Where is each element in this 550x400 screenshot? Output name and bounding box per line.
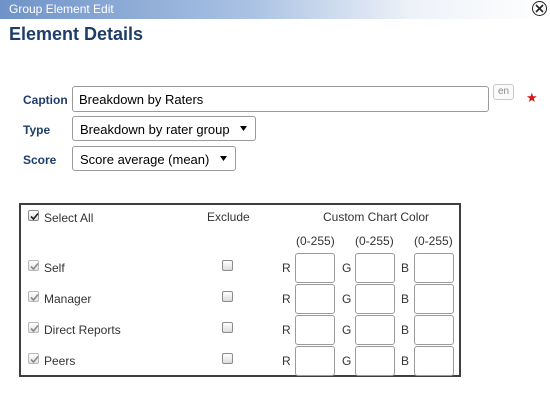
g-input-self[interactable]	[355, 253, 395, 283]
exclude-header: Exclude	[207, 210, 250, 224]
g-channel-label: G	[342, 261, 352, 275]
b-input-peers[interactable]	[414, 346, 454, 376]
g-input-peers[interactable]	[355, 346, 395, 376]
r-channel-label: R	[282, 261, 291, 275]
required-star-icon: ★	[526, 90, 538, 105]
window-title: Group Element Edit	[9, 2, 114, 16]
r-channel-label: R	[282, 323, 291, 337]
b-input-self[interactable]	[414, 253, 454, 283]
row-label-self: Self	[44, 261, 65, 275]
row-label-direct-reports: Direct Reports	[44, 323, 121, 337]
g-channel-label: G	[342, 354, 352, 368]
window-titlebar: Group Element Edit	[0, 0, 550, 19]
row-label-peers: Peers	[44, 354, 76, 368]
language-badge[interactable]: en	[493, 84, 514, 100]
g-range-label: (0-255)	[355, 234, 394, 248]
caption-label: Caption	[23, 93, 68, 107]
row-label-manager: Manager	[44, 292, 92, 306]
type-label: Type	[23, 123, 51, 137]
r-input-self[interactable]	[295, 253, 335, 283]
select-all-checkbox[interactable]	[28, 210, 39, 221]
exclude-checkbox-peers[interactable]	[222, 353, 233, 364]
g-channel-label: G	[342, 323, 352, 337]
custom-chart-color-header: Custom Chart Color	[323, 210, 430, 224]
r-range-label: (0-255)	[296, 234, 335, 248]
g-input-direct-reports[interactable]	[355, 315, 395, 345]
close-icon[interactable]	[532, 1, 547, 16]
caption-input[interactable]	[72, 86, 489, 112]
g-input-manager[interactable]	[355, 284, 395, 314]
score-label: Score	[23, 153, 57, 167]
exclude-checkbox-self[interactable]	[222, 260, 233, 271]
b-input-manager[interactable]	[414, 284, 454, 314]
score-select[interactable]: Score average (mean)	[72, 146, 236, 171]
row-checkbox-manager[interactable]	[28, 291, 39, 302]
page-title: Element Details	[9, 24, 144, 44]
chevron-down-icon	[220, 156, 227, 161]
chevron-down-icon	[240, 126, 247, 131]
r-input-direct-reports[interactable]	[295, 315, 335, 345]
b-channel-label: B	[401, 323, 410, 337]
row-checkbox-peers[interactable]	[28, 353, 39, 364]
b-channel-label: B	[401, 261, 410, 275]
b-input-direct-reports[interactable]	[414, 315, 454, 345]
b-range-label: (0-255)	[414, 234, 453, 248]
g-channel-label: G	[342, 292, 352, 306]
type-select[interactable]: Breakdown by rater group	[72, 116, 256, 141]
b-channel-label: B	[401, 354, 410, 368]
row-checkbox-direct-reports[interactable]	[28, 322, 39, 333]
b-channel-label: B	[401, 292, 410, 306]
score-selected-value: Score average (mean)	[80, 152, 210, 167]
r-input-peers[interactable]	[295, 346, 335, 376]
row-checkbox-self[interactable]	[28, 260, 39, 271]
type-selected-value: Breakdown by rater group	[80, 122, 230, 137]
r-input-manager[interactable]	[295, 284, 335, 314]
exclude-checkbox-direct-reports[interactable]	[222, 322, 233, 333]
r-channel-label: R	[282, 354, 291, 368]
select-all-label: Select All	[44, 211, 94, 225]
exclude-checkbox-manager[interactable]	[222, 291, 233, 302]
r-channel-label: R	[282, 292, 291, 306]
